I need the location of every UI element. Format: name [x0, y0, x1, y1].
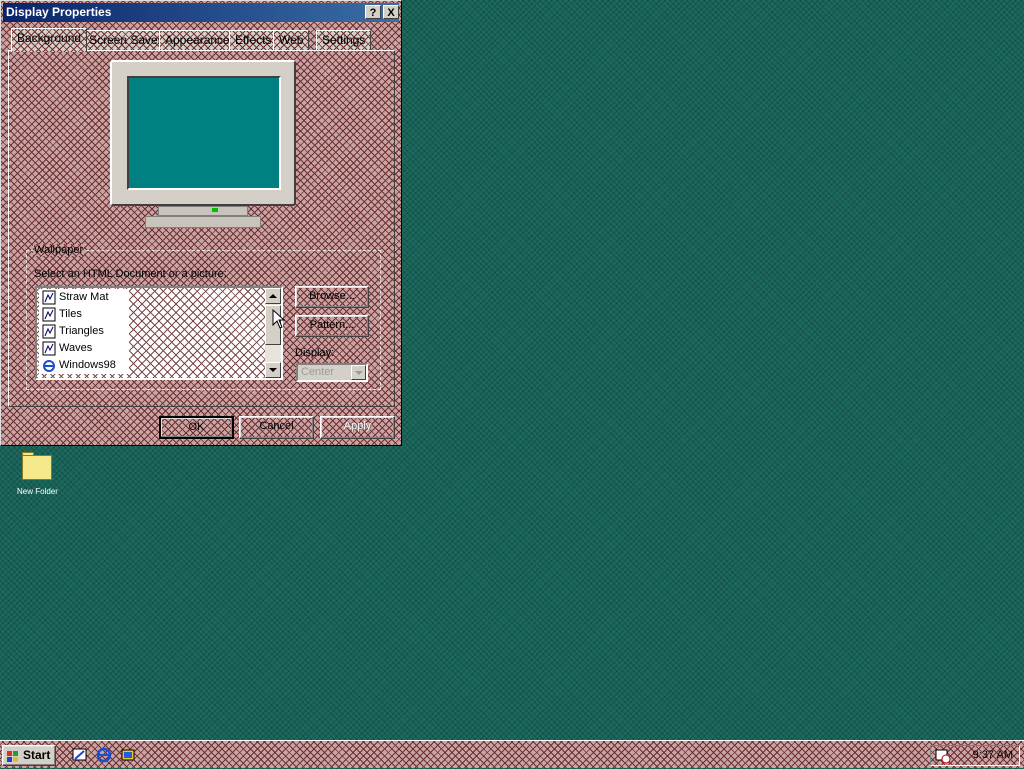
taskbar: Start 9:37 AM [0, 740, 1024, 768]
tab-screen-saver[interactable]: Screen Saver [83, 30, 168, 50]
wallpaper-list[interactable]: Straw Mat Tiles Triangles Waves Windows9… [35, 286, 283, 380]
mouse-cursor-icon [272, 309, 286, 329]
bitmap-icon [42, 324, 56, 339]
help-button[interactable]: ? [365, 5, 381, 19]
display-properties-dialog: Display Properties ? X Background Screen… [0, 0, 402, 446]
monitor-base [145, 216, 261, 228]
display-label: Display: [295, 347, 335, 359]
list-item[interactable]: Tiles [39, 306, 129, 323]
pattern-button[interactable]: Pattern... [295, 315, 369, 337]
start-label: Start [23, 748, 51, 762]
internet-explorer-icon[interactable] [96, 747, 112, 763]
system-tray: 9:37 AM [930, 745, 1020, 766]
channels-icon[interactable] [120, 747, 136, 763]
tab-effects[interactable]: Effects [229, 30, 278, 50]
list-item-label: Windows98 [59, 359, 116, 371]
list-scrollbar[interactable] [265, 288, 281, 378]
window-title: Display Properties [6, 5, 112, 19]
down-arrow-icon [269, 368, 277, 372]
bitmap-icon [42, 341, 56, 356]
close-button[interactable]: X [383, 5, 399, 19]
display-select-value: Center [301, 366, 335, 378]
list-item[interactable]: Windows98 [39, 357, 129, 374]
tab-background[interactable]: Background [11, 28, 88, 52]
scroll-up-button[interactable] [265, 288, 281, 304]
windows-logo-icon [7, 750, 19, 762]
up-arrow-icon [269, 294, 277, 298]
list-item-label: Waves [59, 342, 93, 354]
bitmap-icon [42, 290, 56, 305]
html-document-icon [42, 358, 56, 373]
cancel-button[interactable]: Cancel [239, 416, 314, 439]
preview-screen [127, 76, 281, 190]
wallpaper-group-label: Wallpaper [34, 244, 84, 256]
ok-button[interactable]: OK [159, 416, 234, 439]
list-item-label: Tiles [59, 308, 82, 320]
wallpaper-prompt: Select an HTML Document or a picture: [34, 268, 227, 280]
tab-settings[interactable]: Settings [316, 30, 372, 50]
bitmap-icon [42, 307, 56, 322]
scroll-down-button[interactable] [265, 362, 281, 378]
tab-web[interactable]: Web [273, 30, 310, 50]
list-item[interactable]: Triangles [39, 323, 129, 340]
list-item-label: Triangles [59, 325, 104, 337]
tab-appearance[interactable]: Appearance [159, 30, 236, 50]
apply-button[interactable]: Apply [320, 416, 395, 439]
browse-button[interactable]: Browse... [295, 286, 369, 308]
show-desktop-icon[interactable] [72, 747, 88, 763]
monitor-stand [158, 206, 248, 216]
title-bar[interactable]: Display Properties ? X [3, 3, 399, 22]
start-button[interactable]: Start [2, 745, 56, 766]
desktop-icon-label: New Folder [17, 487, 58, 496]
list-item[interactable]: Straw Mat [39, 289, 129, 306]
display-select[interactable]: Center [296, 363, 368, 382]
monitor-preview [110, 60, 296, 206]
list-item-label: Straw Mat [59, 291, 109, 303]
list-item[interactable]: Waves [39, 340, 129, 357]
clock[interactable]: 9:37 AM [973, 749, 1013, 761]
scheduler-icon[interactable] [935, 748, 951, 767]
power-led-icon [212, 208, 218, 212]
chevron-down-icon[interactable] [351, 365, 366, 380]
